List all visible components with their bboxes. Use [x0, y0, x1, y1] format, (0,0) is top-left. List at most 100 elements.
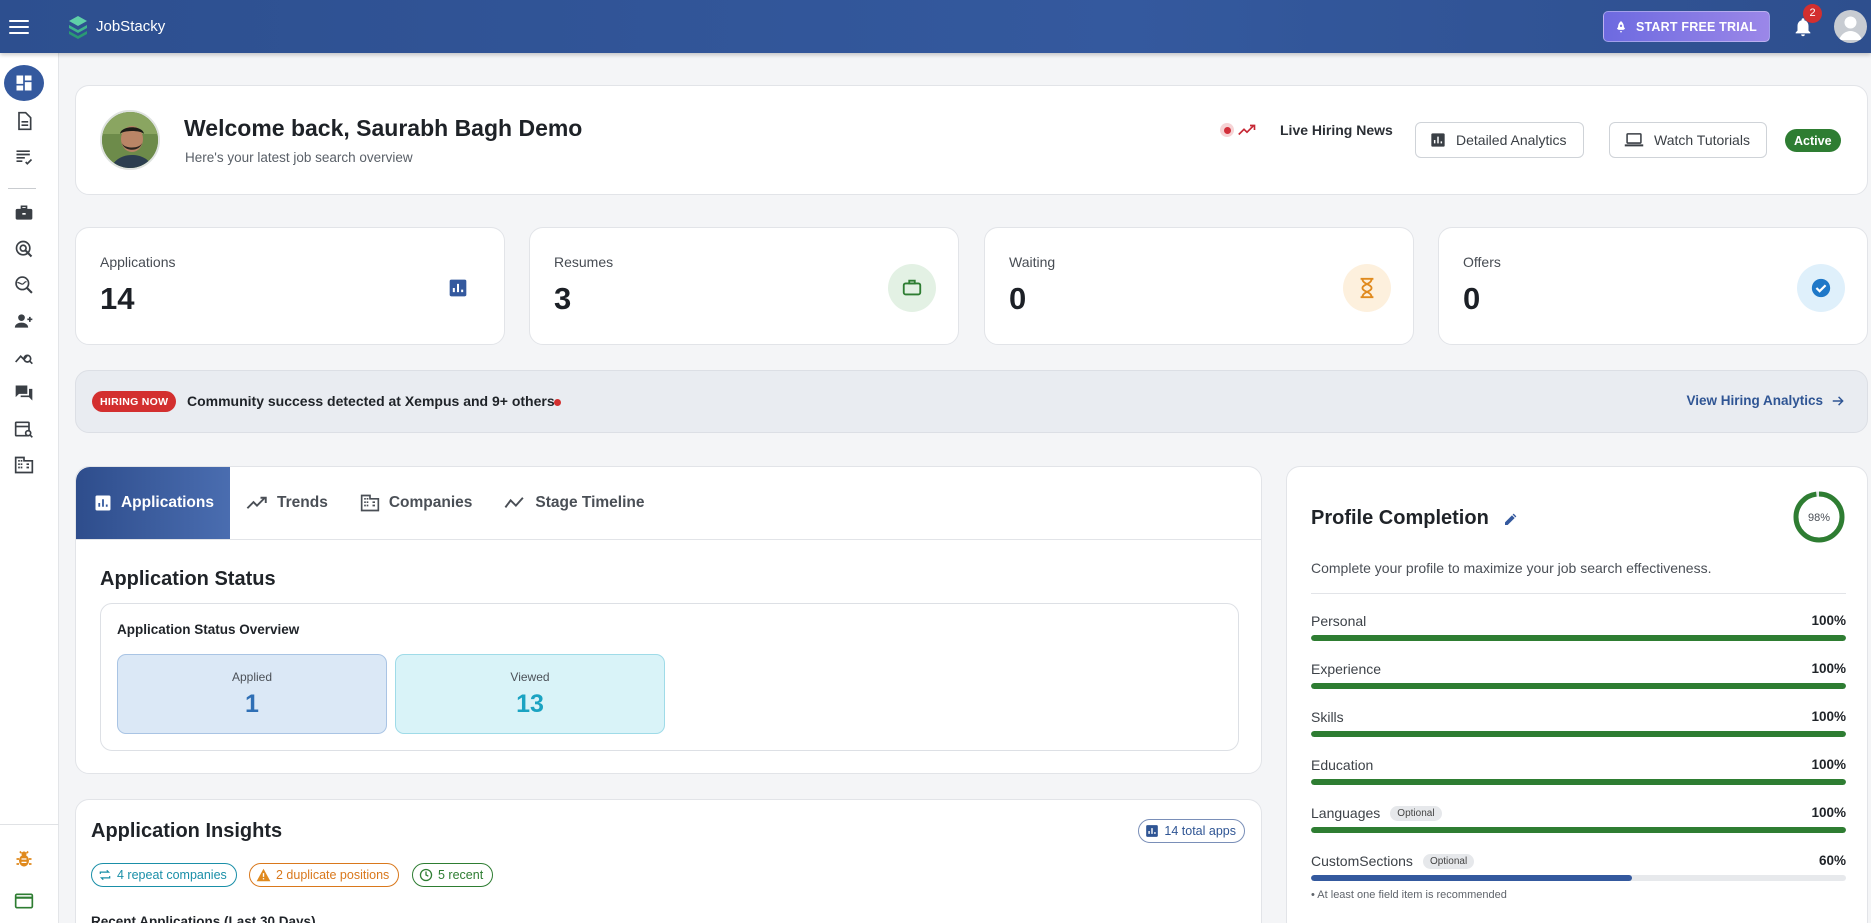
person-add-icon	[14, 314, 33, 328]
profile-row-percent: 100%	[1811, 757, 1846, 772]
chip-label: 2 duplicate positions	[276, 868, 390, 882]
welcome-card: Welcome back, Saurabh Bagh Demo Here's y…	[75, 85, 1868, 195]
watch-tutorials-label: Watch Tutorials	[1654, 132, 1750, 148]
web-window-icon	[14, 893, 34, 909]
profile-row-name: Languages Optional	[1311, 805, 1442, 821]
hourglass-icon	[1343, 264, 1391, 312]
brand-logo-icon	[69, 15, 87, 39]
repeat-icon	[99, 869, 111, 881]
total-apps-label: 14 total apps	[1164, 824, 1236, 838]
sidebar-item-tracking[interactable]	[4, 231, 44, 267]
stat-label: Waiting	[1009, 254, 1056, 270]
progress-track	[1311, 635, 1846, 641]
status-tile-value: 1	[245, 690, 259, 718]
sidebar-item-companies[interactable]	[4, 447, 44, 483]
notifications-button[interactable]: 2	[1792, 3, 1822, 38]
tab-label: Trends	[277, 494, 328, 511]
menu-icon[interactable]	[9, 19, 29, 34]
stat-value: 14	[100, 281, 135, 316]
application-status-overview: Application Status Overview Applied 1 Vi…	[100, 603, 1239, 751]
user-avatar-button[interactable]	[1834, 10, 1867, 43]
sidebar-item-messages[interactable]	[4, 375, 44, 411]
bug-icon	[16, 850, 32, 867]
profile-completion-description: Complete your profile to maximize your j…	[1311, 560, 1712, 576]
chip-label: 5 recent	[438, 868, 484, 882]
profile-row-label: Languages	[1311, 805, 1381, 821]
profile-divider	[1311, 593, 1846, 594]
live-hiring-news-link[interactable]: Live Hiring News	[1220, 122, 1393, 138]
profile-hint: • At least one field item is recommended	[1311, 889, 1507, 901]
sidebar-item-schedule[interactable]	[4, 411, 44, 447]
detailed-analytics-button[interactable]: Detailed Analytics	[1415, 122, 1584, 158]
progress-track	[1311, 779, 1846, 785]
stat-card-waiting[interactable]: Waiting 0	[984, 227, 1414, 345]
profile-row-name: Skills	[1311, 709, 1344, 725]
live-hiring-news-label: Live Hiring News	[1280, 122, 1393, 138]
briefcase-icon	[888, 264, 936, 312]
tab-applications[interactable]: Applications	[76, 467, 230, 539]
repeat-companies-chip[interactable]: 4 repeat companies	[91, 863, 237, 887]
status-tile-label: Viewed	[510, 670, 550, 684]
tab-trends[interactable]: Trends	[230, 467, 344, 539]
sidebar-item-report-bug[interactable]	[4, 841, 44, 877]
rocket-icon	[1616, 20, 1626, 33]
stat-value: 0	[1009, 281, 1027, 316]
sidebar-item-add-contact[interactable]	[4, 303, 44, 339]
sidebar	[0, 53, 59, 923]
stat-card-resumes[interactable]: Resumes 3	[529, 227, 959, 345]
sidebar-item-jobs[interactable]	[4, 195, 44, 231]
profile-row-personal: Personal 100%	[1311, 613, 1846, 643]
duplicate-positions-chip[interactable]: 2 duplicate positions	[249, 863, 400, 887]
welcome-title: Welcome back, Saurabh Bagh Demo	[184, 115, 583, 141]
recent-chip[interactable]: 5 recent	[412, 863, 494, 887]
sidebar-item-checklist[interactable]	[4, 139, 44, 175]
brand[interactable]: JobStacky	[67, 15, 165, 39]
hiring-live-dot	[554, 399, 561, 406]
profile-completion-title: Profile Completion	[1311, 507, 1519, 530]
progress-track	[1311, 683, 1846, 689]
stat-label: Applications	[100, 254, 176, 270]
sidebar-item-documents[interactable]	[4, 103, 44, 139]
live-indicator	[1220, 123, 1234, 137]
optional-badge: Optional	[1422, 853, 1475, 869]
stat-label: Offers	[1463, 254, 1501, 270]
sidebar-item-insights[interactable]	[4, 339, 44, 375]
timeline-icon	[504, 497, 524, 508]
bar-chart-icon	[434, 264, 482, 312]
view-hiring-analytics-label: View Hiring Analytics	[1686, 393, 1823, 408]
view-hiring-analytics-link[interactable]: View Hiring Analytics	[1686, 393, 1845, 408]
forum-icon	[15, 385, 33, 401]
sidebar-item-window[interactable]	[4, 883, 44, 919]
progress-track	[1311, 875, 1846, 881]
sidebar-item-explore[interactable]	[4, 267, 44, 303]
optional-badge: Optional	[1390, 805, 1442, 821]
start-free-trial-label: START FREE TRIAL	[1635, 19, 1757, 34]
profile-row-percent: 100%	[1811, 661, 1846, 676]
chip-label: 4 repeat companies	[117, 868, 227, 882]
tab-label: Companies	[388, 494, 473, 511]
stat-card-offers[interactable]: Offers 0	[1438, 227, 1868, 345]
profile-completion-label: Profile Completion	[1311, 507, 1489, 529]
sidebar-item-dashboard[interactable]	[4, 65, 44, 101]
query-stats-icon	[15, 354, 33, 365]
profile-photo	[100, 110, 160, 170]
edit-icon[interactable]	[1503, 511, 1519, 527]
status-overview-title: Application Status Overview	[117, 622, 300, 637]
status-tile-viewed[interactable]: Viewed 13	[395, 654, 665, 734]
recent-applications-label: Recent Applications (Last 30 Days)	[91, 914, 316, 923]
profile-row-percent: 100%	[1811, 709, 1846, 724]
stat-card-applications[interactable]: Applications 14	[75, 227, 505, 345]
building-icon	[360, 494, 379, 512]
start-free-trial-button[interactable]: START FREE TRIAL	[1602, 11, 1770, 42]
sidebar-bottom-divider	[0, 824, 59, 825]
profile-row-label: CustomSections	[1311, 853, 1413, 869]
profile-row-percent: 60%	[1818, 853, 1846, 868]
tab-label: Stage Timeline	[535, 494, 645, 511]
target-icon	[15, 240, 33, 258]
hiring-now-chip: HIRING NOW	[92, 391, 177, 412]
tab-companies[interactable]: Companies	[344, 467, 489, 539]
clock-icon	[419, 868, 433, 882]
status-tile-applied[interactable]: Applied 1	[117, 654, 387, 734]
tab-stage-timeline[interactable]: Stage Timeline	[488, 467, 660, 539]
watch-tutorials-button[interactable]: Watch Tutorials	[1609, 122, 1767, 158]
